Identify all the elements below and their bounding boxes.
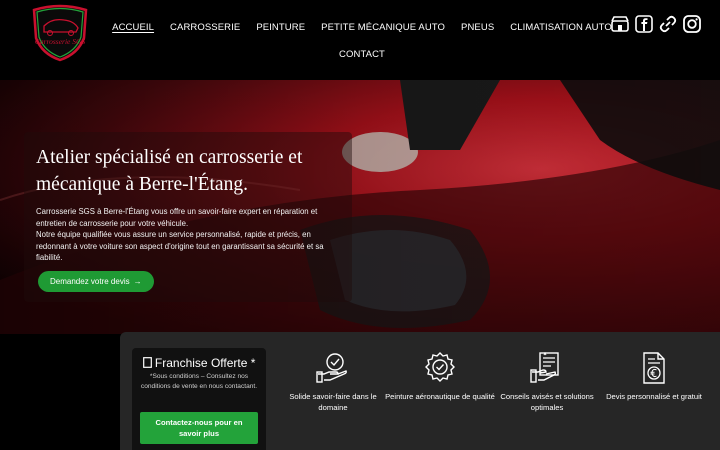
logo[interactable]: Carrosserie SGS	[28, 4, 92, 62]
site-header: Carrosserie SGS ACCUEIL CARROSSERIE PEIN…	[0, 0, 720, 80]
link-icon[interactable]	[658, 14, 678, 34]
feature-savoir-faire-label: Solide savoir-faire dans le domaine	[289, 392, 377, 412]
euro-document-icon	[643, 352, 665, 384]
hero-card: Atelier spécialisé en carrosserie et méc…	[24, 132, 352, 302]
feature-devis-label: Devis personnalisé et gratuit	[606, 392, 702, 401]
feature-conseils-label: Conseils avisés et solutions optimales	[500, 392, 594, 412]
offer-title-text: Franchise Offerte *	[154, 356, 256, 370]
request-quote-button[interactable]: Demandez votre devis →	[38, 271, 154, 292]
arrow-right-icon: →	[133, 277, 142, 286]
nav-item-contact[interactable]: CONTACT	[331, 41, 393, 68]
facebook-icon[interactable]	[634, 14, 654, 34]
nav-item-pneus[interactable]: PNEUS	[453, 14, 502, 41]
offer-note: *Sous conditions – Consultez nos conditi…	[140, 373, 258, 390]
request-quote-label: Demandez votre devis	[50, 277, 130, 286]
nav-item-carrosserie[interactable]: CARROSSERIE	[162, 14, 248, 41]
logo-text: Carrosserie SGS	[35, 37, 86, 46]
hero-description: Carrosserie SGS à Berre-l'Étang vous off…	[36, 206, 340, 264]
hero-section: Atelier spécialisé en carrosserie et méc…	[0, 80, 720, 334]
document-icon	[142, 357, 152, 368]
shop-icon[interactable]	[610, 14, 630, 34]
offer-title: Franchise Offerte *	[140, 356, 258, 370]
gear-badge-icon	[425, 352, 455, 382]
hero-paragraph-2: Notre équipe qualifiée vous assure un se…	[36, 230, 324, 262]
hand-check-icon	[316, 353, 347, 383]
feature-conseils: Conseils avisés et solutions optimales	[492, 352, 602, 413]
nav-item-peinture[interactable]: PEINTURE	[248, 14, 313, 41]
feature-peinture-label: Peinture aéronautique de qualité	[385, 392, 495, 401]
hero-title: Atelier spécialisé en carrosserie et méc…	[36, 147, 303, 195]
offer-card: Franchise Offerte * *Sous conditions – C…	[132, 348, 266, 450]
nav-item-petite-mecanique[interactable]: PETITE MÉCANIQUE AUTO	[313, 14, 453, 41]
instagram-icon[interactable]	[682, 14, 702, 34]
contact-us-button[interactable]: Contactez-nous pour en savoir plus	[140, 412, 258, 444]
main-nav: ACCUEIL CARROSSERIE PEINTURE PETITE MÉCA…	[112, 14, 612, 68]
feature-devis: Devis personnalisé et gratuit	[599, 352, 709, 402]
hero-paragraph-1: Carrosserie SGS à Berre-l'Étang vous off…	[36, 207, 318, 228]
feature-savoir-faire: Solide savoir-faire dans le domaine	[278, 352, 388, 413]
social-links	[610, 14, 702, 34]
advice-icon	[530, 352, 559, 383]
feature-peinture: Peinture aéronautique de qualité	[385, 352, 495, 402]
logo-shield-icon: Carrosserie SGS	[32, 4, 88, 62]
nav-item-climatisation[interactable]: CLIMATISATION AUTO	[502, 14, 620, 41]
features-panel: Franchise Offerte * *Sous conditions – C…	[120, 332, 720, 450]
nav-item-accueil[interactable]: ACCUEIL	[104, 14, 162, 41]
